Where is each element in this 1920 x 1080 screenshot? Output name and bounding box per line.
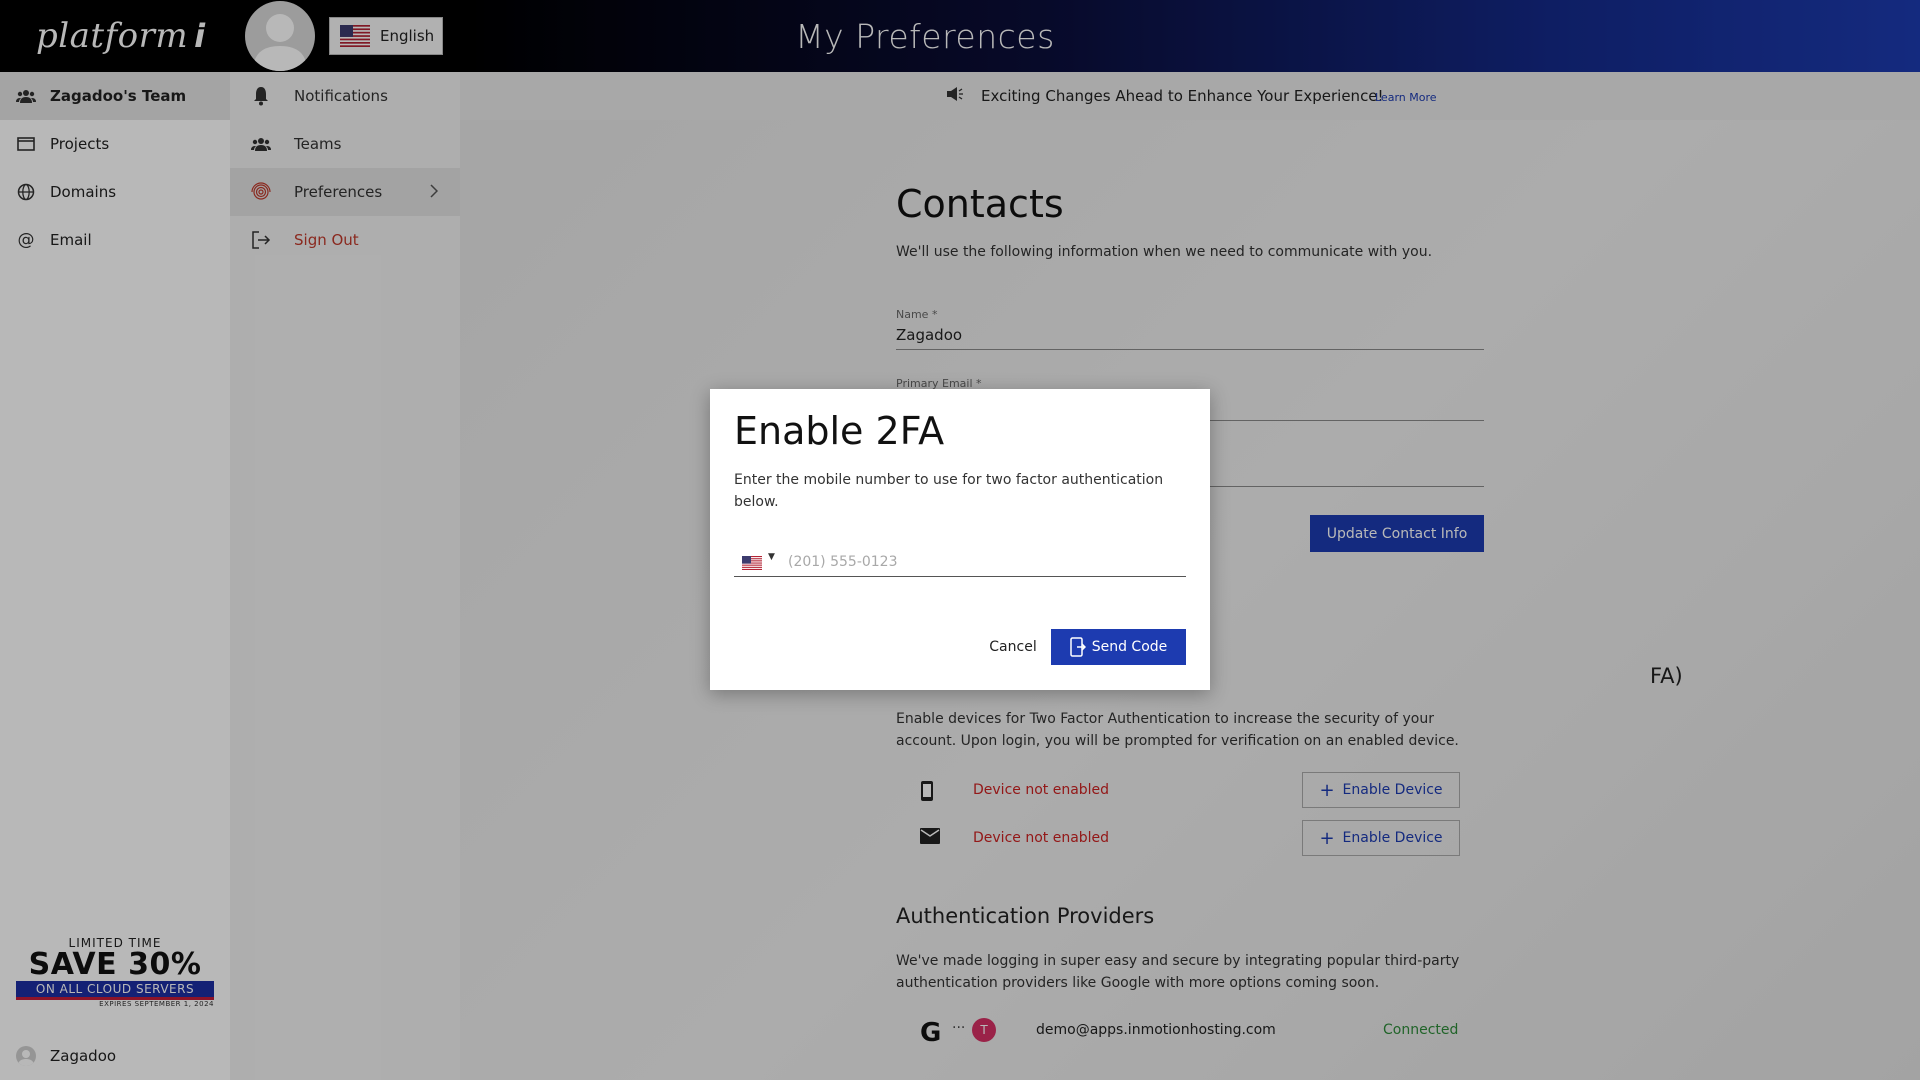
phone-number-input[interactable] bbox=[786, 550, 1176, 574]
dialog-title: Enable 2FA bbox=[734, 409, 945, 453]
cancel-button[interactable]: Cancel bbox=[968, 629, 1058, 665]
country-dropdown-caret-icon[interactable]: ▼ bbox=[768, 552, 775, 562]
send-code-label: Send Code bbox=[1091, 639, 1168, 655]
phone-send-icon bbox=[1069, 637, 1086, 657]
us-flag-icon[interactable] bbox=[742, 555, 762, 570]
phone-input-row: ▼ bbox=[734, 547, 1186, 577]
dialog-description: Enter the mobile number to use for two f… bbox=[734, 472, 1164, 510]
enable-2fa-dialog: Enable 2FA Enter the mobile number to us… bbox=[710, 389, 1210, 690]
send-code-button[interactable]: Send Code bbox=[1051, 629, 1186, 665]
